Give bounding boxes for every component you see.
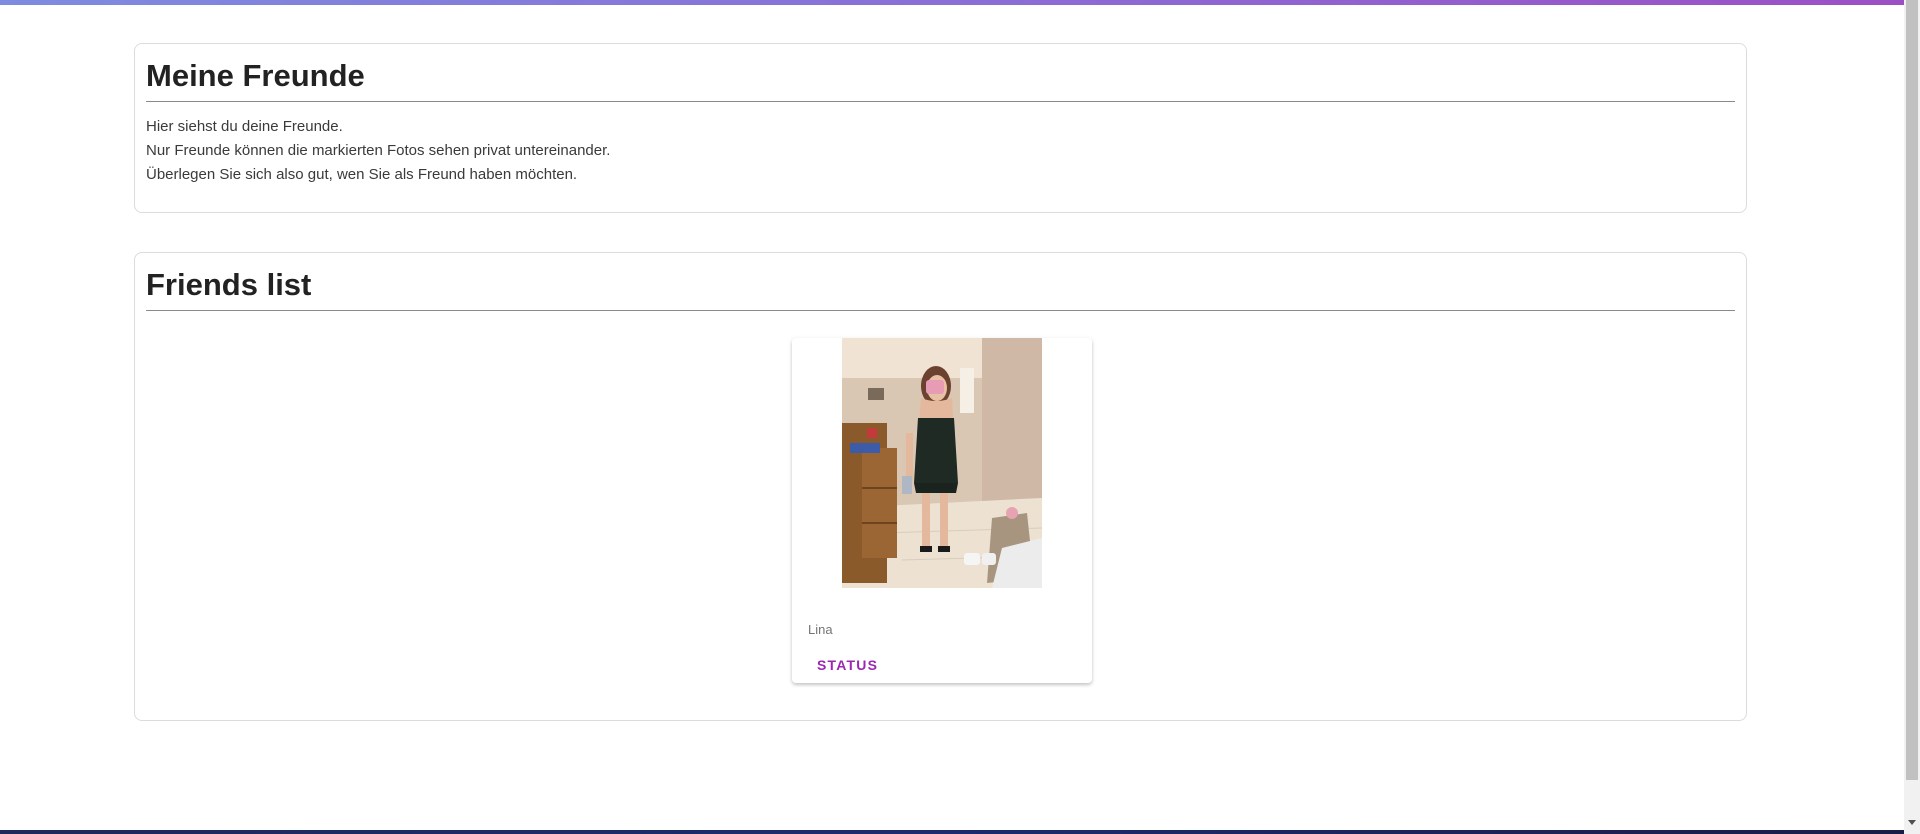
top-accent-bar <box>0 0 1904 5</box>
scrollbar-thumb[interactable] <box>1906 0 1918 780</box>
bottom-accent-bar <box>0 830 1904 834</box>
intro-line: Hier siehst du deine Freunde. <box>146 118 343 135</box>
friend-photo[interactable] <box>842 338 1042 588</box>
friend-card: Lina STATUS <box>792 338 1092 683</box>
page-title: Meine Freunde <box>146 55 1735 102</box>
intro-description: Hier siehst du deine Freunde. Nur Freund… <box>146 115 610 187</box>
intro-panel: Meine Freunde Hier siehst du deine Freun… <box>134 43 1747 213</box>
scroll-down-arrow-icon[interactable] <box>1908 820 1916 825</box>
friends-panel: Friends list Lina STATUS <box>134 252 1747 721</box>
status-button[interactable]: STATUS <box>800 648 895 682</box>
intro-line: Überlegen Sie sich also gut, wen Sie als… <box>146 166 578 183</box>
friends-list-title: Friends list <box>146 264 1735 311</box>
vertical-scrollbar[interactable] <box>1904 0 1920 834</box>
friend-photo-image <box>842 338 1042 588</box>
friend-name: Lina <box>808 622 833 637</box>
intro-line: Nur Freunde können die markierten Fotos … <box>146 142 611 159</box>
